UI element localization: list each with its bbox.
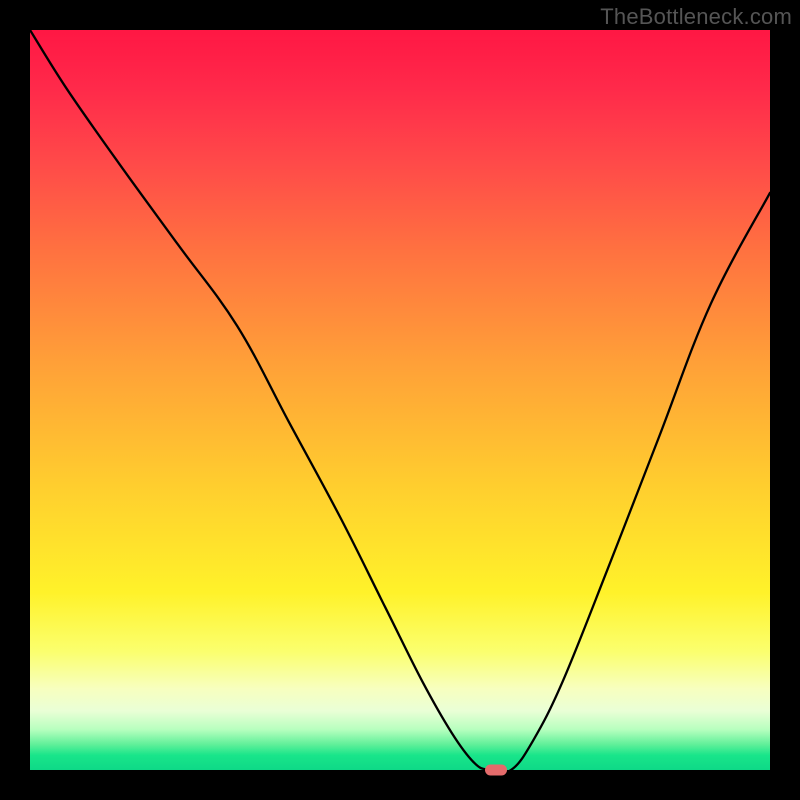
bottleneck-curve xyxy=(30,30,770,770)
watermark-text: TheBottleneck.com xyxy=(600,4,792,30)
optimal-point-marker xyxy=(485,765,507,776)
chart-frame: TheBottleneck.com xyxy=(0,0,800,800)
plot-area xyxy=(30,30,770,770)
